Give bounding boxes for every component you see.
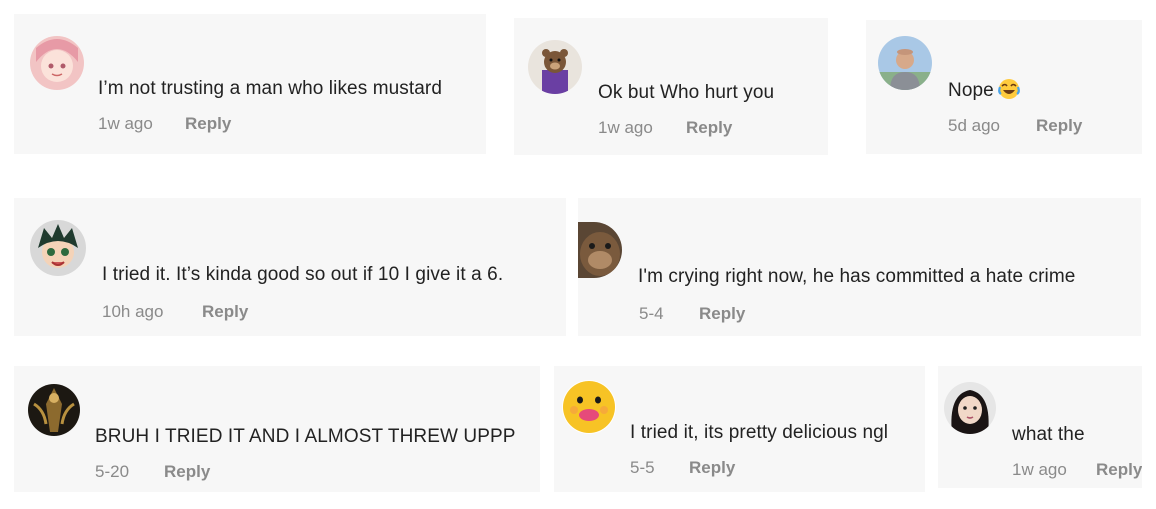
monkey-avatar[interactable]	[578, 222, 622, 278]
comment-card: I tried it, its pretty delicious ngl 5-5…	[554, 366, 925, 492]
dark-figure-avatar[interactable]	[28, 384, 80, 436]
comment-text: Nope	[948, 78, 1020, 102]
comment-time: 1w ago	[1012, 460, 1067, 479]
comment-time: 5-20	[95, 462, 130, 481]
comment-time: 1w ago	[598, 118, 653, 137]
comment-card: Ok but Who hurt you 1w ago Reply	[514, 18, 828, 155]
comment-card: I'm crying right now, he has committed a…	[578, 198, 1141, 336]
joy-emoji-icon	[997, 78, 1020, 100]
reply-button[interactable]: Reply	[1036, 116, 1082, 136]
comment-text: I'm crying right now, he has committed a…	[638, 266, 1076, 287]
comment-card: BRUH I TRIED IT AND I ALMOST THREW UPPP …	[14, 366, 540, 492]
comment-time: 5-5	[630, 458, 655, 477]
comment-card: I tried it. It’s kinda good so out if 10…	[14, 198, 566, 336]
comment-text: what the	[1012, 424, 1085, 445]
comment-text: I tried it, its pretty delicious ngl	[630, 422, 889, 443]
comment-time: 1w ago	[98, 114, 153, 133]
comment-time: 5d ago	[948, 116, 1000, 135]
reply-button[interactable]: Reply	[699, 304, 745, 324]
man-avatar[interactable]	[878, 36, 932, 90]
bear-avatar[interactable]	[528, 40, 582, 94]
comment-time: 5-4	[639, 304, 664, 323]
girl-avatar[interactable]	[944, 382, 996, 434]
anime-girl-avatar[interactable]	[30, 36, 84, 90]
reply-button[interactable]: Reply	[686, 118, 732, 138]
reply-button[interactable]: Reply	[202, 302, 248, 322]
reply-button[interactable]: Reply	[689, 458, 735, 478]
comment-text: BRUH I TRIED IT AND I ALMOST THREW UPPP	[95, 426, 516, 447]
comment-text: Ok but Who hurt you	[598, 82, 775, 103]
smiley-face-avatar[interactable]	[562, 380, 616, 434]
reply-button[interactable]: Reply	[164, 462, 210, 482]
comment-time: 10h ago	[102, 302, 164, 321]
comment-text: I tried it. It’s kinda good so out if 10…	[102, 264, 504, 285]
anime-boy-avatar[interactable]	[30, 220, 86, 276]
comment-card: I’m not trusting a man who likes mustard…	[14, 14, 486, 154]
comment-card: what the 1w ago Reply	[938, 366, 1142, 488]
comment-text: I’m not trusting a man who likes mustard	[98, 78, 443, 99]
comment-card: Nope 5d ago Reply	[866, 20, 1142, 154]
comment-text-content: Nope	[948, 80, 994, 101]
reply-button[interactable]: Reply	[185, 114, 231, 134]
reply-button[interactable]: Reply	[1096, 460, 1142, 480]
